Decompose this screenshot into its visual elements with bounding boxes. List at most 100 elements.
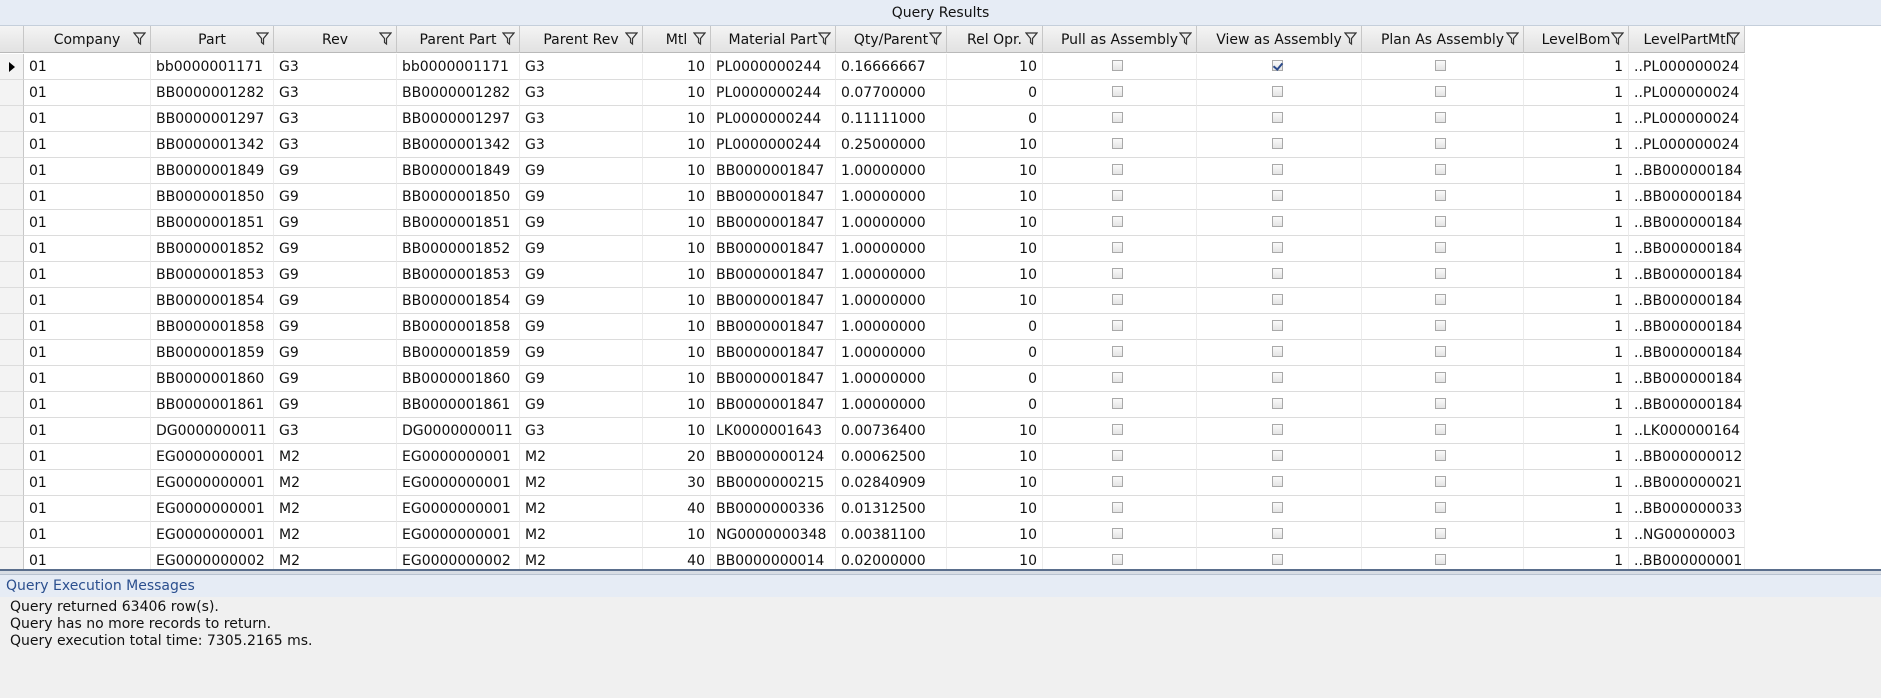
cell-parent-rev[interactable]: M2: [520, 444, 643, 470]
cell-rel-opr[interactable]: 10: [947, 132, 1043, 158]
cell-company[interactable]: 01: [24, 54, 151, 80]
cell-parent-rev[interactable]: G9: [520, 262, 643, 288]
cell-qty-parent[interactable]: 1.00000000: [836, 392, 947, 418]
row-selector[interactable]: [0, 236, 24, 262]
table-row[interactable]: 01 BB0000001850 G9 BB0000001850 G9 10 BB000000…: [0, 184, 1745, 210]
filter-icon[interactable]: [502, 32, 515, 46]
cell-parent-rev[interactable]: G9: [520, 340, 643, 366]
cell-parent-part[interactable]: BB0000001850: [397, 184, 520, 210]
pull-as-assembly-checkbox[interactable]: [1112, 424, 1123, 435]
plan-as-assembly-checkbox[interactable]: [1435, 216, 1446, 227]
table-row[interactable]: 01 BB0000001854 G9 BB0000001854 G9 10 BB000000…: [0, 288, 1745, 314]
cell-parent-part[interactable]: BB0000001851: [397, 210, 520, 236]
cell-material-part[interactable]: BB0000001847: [711, 210, 836, 236]
cell-level-bom[interactable]: 1: [1524, 236, 1629, 262]
cell-qty-parent[interactable]: 0.25000000: [836, 132, 947, 158]
table-row[interactable]: 01 BB0000001849 G9 BB0000001849 G9 10 BB000000…: [0, 158, 1745, 184]
cell-level-bom[interactable]: 1: [1524, 418, 1629, 444]
cell-company[interactable]: 01: [24, 444, 151, 470]
column-header-level-bom[interactable]: LevelBom: [1524, 26, 1629, 53]
pull-as-assembly-checkbox[interactable]: [1112, 450, 1123, 461]
cell-level-bom[interactable]: 1: [1524, 184, 1629, 210]
cell-rev[interactable]: M2: [274, 444, 397, 470]
plan-as-assembly-checkbox[interactable]: [1435, 138, 1446, 149]
cell-level-bom[interactable]: 1: [1524, 314, 1629, 340]
filter-icon[interactable]: [929, 32, 942, 46]
cell-rel-opr[interactable]: 10: [947, 184, 1043, 210]
view-as-assembly-checkbox[interactable]: [1272, 294, 1283, 305]
cell-material-part[interactable]: PL0000000244: [711, 132, 836, 158]
cell-level-part-mtl[interactable]: ..PL000000024: [1629, 80, 1745, 106]
cell-qty-parent[interactable]: 1.00000000: [836, 262, 947, 288]
cell-mtl[interactable]: 10: [643, 340, 711, 366]
cell-rel-opr[interactable]: 0: [947, 340, 1043, 366]
cell-part[interactable]: BB0000001852: [151, 236, 274, 262]
cell-level-bom[interactable]: 1: [1524, 262, 1629, 288]
row-selector[interactable]: [0, 314, 24, 340]
row-selector[interactable]: [0, 392, 24, 418]
cell-mtl[interactable]: 10: [643, 392, 711, 418]
cell-company[interactable]: 01: [24, 210, 151, 236]
pull-as-assembly-checkbox[interactable]: [1112, 372, 1123, 383]
cell-rev[interactable]: M2: [274, 470, 397, 496]
cell-rel-opr[interactable]: 0: [947, 366, 1043, 392]
cell-part[interactable]: DG0000000011: [151, 418, 274, 444]
cell-qty-parent[interactable]: 0.02840909: [836, 470, 947, 496]
cell-parent-part[interactable]: DG0000000011: [397, 418, 520, 444]
cell-rel-opr[interactable]: 10: [947, 418, 1043, 444]
plan-as-assembly-checkbox[interactable]: [1435, 528, 1446, 539]
cell-part[interactable]: BB0000001859: [151, 340, 274, 366]
cell-part[interactable]: bb0000001171: [151, 54, 274, 80]
cell-parent-part[interactable]: BB0000001860: [397, 366, 520, 392]
cell-level-bom[interactable]: 1: [1524, 496, 1629, 522]
column-header-view-as-assembly[interactable]: View as Assembly: [1197, 26, 1362, 53]
cell-material-part[interactable]: BB0000001847: [711, 236, 836, 262]
cell-qty-parent[interactable]: 1.00000000: [836, 340, 947, 366]
cell-rel-opr[interactable]: 10: [947, 496, 1043, 522]
cell-qty-parent[interactable]: 0.11111000: [836, 106, 947, 132]
cell-qty-parent[interactable]: 0.16666667: [836, 54, 947, 80]
view-as-assembly-checkbox[interactable]: [1272, 112, 1283, 123]
cell-level-bom[interactable]: 1: [1524, 288, 1629, 314]
plan-as-assembly-checkbox[interactable]: [1435, 294, 1446, 305]
cell-level-part-mtl[interactable]: ..BB000000184: [1629, 236, 1745, 262]
row-selector[interactable]: [0, 184, 24, 210]
cell-qty-parent[interactable]: 1.00000000: [836, 158, 947, 184]
cell-material-part[interactable]: BB0000000336: [711, 496, 836, 522]
filter-icon[interactable]: [693, 32, 706, 46]
cell-parent-part[interactable]: BB0000001297: [397, 106, 520, 132]
cell-part[interactable]: BB0000001851: [151, 210, 274, 236]
filter-icon[interactable]: [256, 32, 269, 46]
cell-mtl[interactable]: 10: [643, 314, 711, 340]
pull-as-assembly-checkbox[interactable]: [1112, 190, 1123, 201]
column-header-qty-parent[interactable]: Qty/Parent: [836, 26, 947, 53]
plan-as-assembly-checkbox[interactable]: [1435, 372, 1446, 383]
cell-material-part[interactable]: BB0000001847: [711, 392, 836, 418]
row-selector[interactable]: [0, 366, 24, 392]
row-selector[interactable]: [0, 158, 24, 184]
cell-level-part-mtl[interactable]: ..BB000000184: [1629, 262, 1745, 288]
cell-parent-part[interactable]: EG0000000002: [397, 548, 520, 569]
cell-parent-part[interactable]: EG0000000001: [397, 470, 520, 496]
pull-as-assembly-checkbox[interactable]: [1112, 528, 1123, 539]
filter-icon[interactable]: [1727, 32, 1740, 46]
table-row[interactable]: 01 BB0000001342 G3 BB0000001342 G3 10 PL000000…: [0, 132, 1745, 158]
cell-rev[interactable]: G9: [274, 366, 397, 392]
cell-parent-rev[interactable]: G9: [520, 158, 643, 184]
row-selector[interactable]: [0, 132, 24, 158]
cell-rev[interactable]: G9: [274, 262, 397, 288]
cell-part[interactable]: BB0000001860: [151, 366, 274, 392]
cell-mtl[interactable]: 10: [643, 54, 711, 80]
cell-qty-parent[interactable]: 0.02000000: [836, 548, 947, 569]
column-header-parent-part[interactable]: Parent Part: [397, 26, 520, 53]
pull-as-assembly-checkbox[interactable]: [1112, 268, 1123, 279]
plan-as-assembly-checkbox[interactable]: [1435, 268, 1446, 279]
view-as-assembly-checkbox[interactable]: [1272, 528, 1283, 539]
cell-parent-rev[interactable]: M2: [520, 470, 643, 496]
row-selector[interactable]: [0, 522, 24, 548]
row-selector[interactable]: [0, 106, 24, 132]
cell-level-part-mtl[interactable]: ..BB000000184: [1629, 210, 1745, 236]
cell-level-bom[interactable]: 1: [1524, 106, 1629, 132]
cell-rev[interactable]: G3: [274, 418, 397, 444]
column-header-mtl[interactable]: Mtl: [643, 26, 711, 53]
